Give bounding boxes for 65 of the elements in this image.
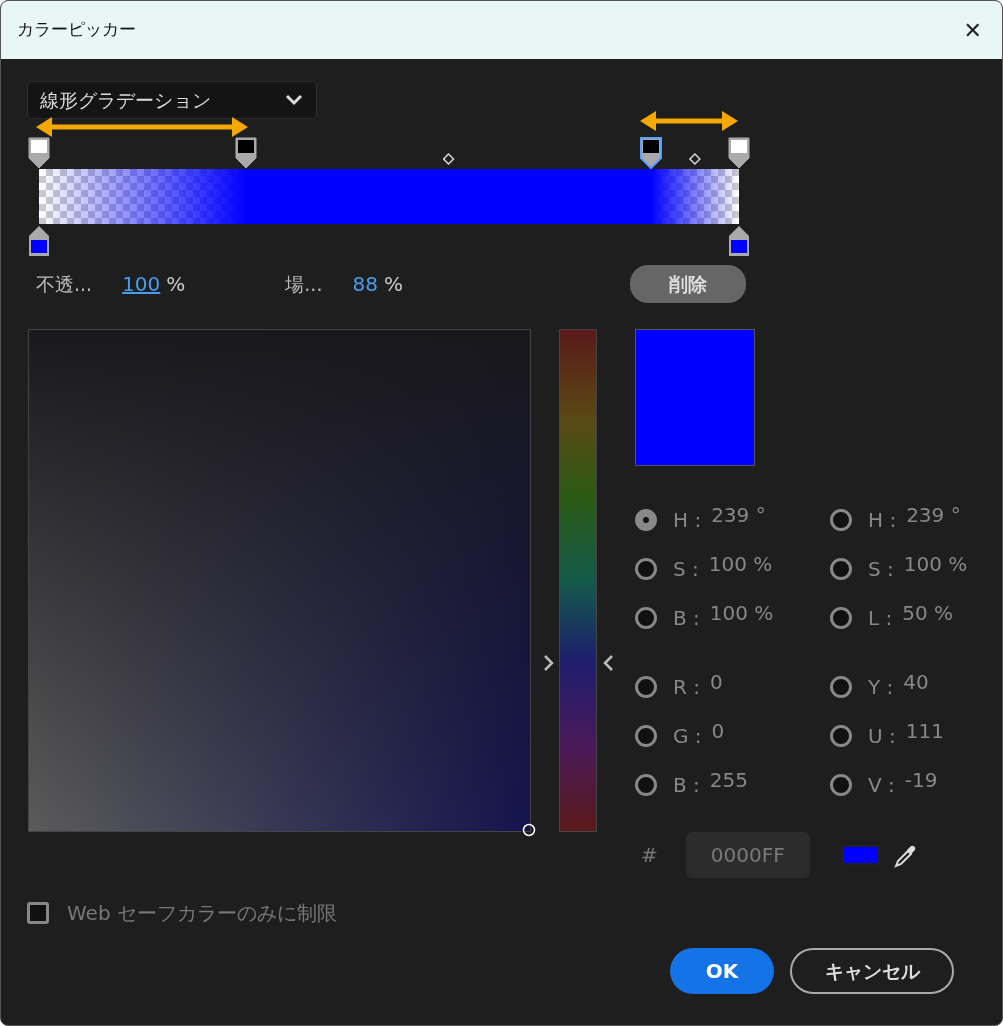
channel-label: H : (868, 506, 897, 534)
value-field[interactable]: 100 (122, 269, 161, 299)
channel-label: L : (868, 604, 893, 632)
channel-value[interactable]: 0 (710, 666, 723, 697)
channel-label: G : (673, 722, 702, 750)
value-field[interactable]: 88 (352, 269, 378, 299)
opacity-stop[interactable] (639, 137, 662, 169)
opacity-stop[interactable] (28, 137, 50, 169)
channel-value[interactable]: 111 (905, 715, 944, 746)
radio-button[interactable] (635, 557, 657, 580)
radio-button[interactable] (635, 724, 657, 747)
channel-label: S : (868, 555, 894, 583)
channel-value[interactable]: 100 % (709, 597, 774, 628)
channel-value[interactable]: 239 ° (906, 499, 961, 530)
color-stop[interactable] (728, 225, 750, 257)
chevron-down-icon (284, 93, 304, 107)
color-swatch (841, 845, 880, 865)
color-stop[interactable] (28, 225, 50, 257)
field-label: 不透... (36, 271, 93, 297)
slider-handle[interactable] (543, 653, 555, 672)
double-arrow-icon (640, 109, 738, 132)
ok-button[interactable]: OK (670, 948, 774, 994)
gradient-type-dropdown[interactable]: 線形グラデーション (27, 81, 317, 119)
radio-button[interactable] (635, 773, 657, 796)
radio-button[interactable] (830, 508, 852, 531)
close-button[interactable]: ✕ (957, 13, 988, 47)
channel-value[interactable]: 100 % (903, 548, 968, 579)
channel-value[interactable]: 0 (711, 715, 725, 746)
delete-button[interactable]: 削除 (630, 265, 746, 303)
double-arrow-icon (36, 115, 248, 138)
checkbox-label: Web セーフカラーのみに制限 (67, 900, 337, 927)
picker-cursor-icon[interactable] (522, 823, 536, 837)
opacity-stop[interactable] (235, 137, 258, 169)
channel-label: R : (673, 673, 700, 701)
channel-value[interactable]: 255 (709, 764, 748, 795)
radio-button[interactable] (830, 773, 852, 796)
channel-label: B : (673, 771, 700, 799)
radio-button[interactable] (635, 606, 657, 629)
channel-value[interactable]: 239 ° (711, 499, 766, 530)
radio-button[interactable] (830, 606, 852, 629)
channel-value[interactable]: 50 % (902, 597, 954, 628)
field-label: 場... (285, 271, 323, 297)
channel-label: Y : (868, 673, 894, 701)
slider-handle[interactable] (602, 653, 614, 672)
channel-label: S : (673, 555, 699, 583)
channel-label: V : (868, 771, 895, 799)
opacity-stop[interactable] (728, 137, 750, 169)
unit-label: % (166, 271, 186, 298)
radio-button[interactable] (635, 675, 657, 698)
radio-button[interactable] (830, 675, 852, 698)
channel-value[interactable]: -19 (904, 764, 938, 795)
radio-button[interactable] (830, 724, 852, 747)
channel-label: U : (868, 722, 896, 750)
channel-value[interactable]: 100 % (708, 548, 773, 579)
unit-label: % (383, 271, 403, 298)
window-title: カラーピッカー (17, 18, 136, 42)
checkbox[interactable] (27, 902, 49, 924)
channel-label: B : (673, 604, 700, 632)
hex-input[interactable]: 0000FF (685, 832, 810, 878)
channel-label: H : (673, 506, 702, 534)
hash-label: # (641, 842, 658, 869)
channel-value[interactable]: 40 (903, 666, 929, 697)
radio-button[interactable] (635, 508, 657, 531)
radio-button[interactable] (830, 557, 852, 580)
cancel-button[interactable]: キャンセル (790, 948, 954, 994)
